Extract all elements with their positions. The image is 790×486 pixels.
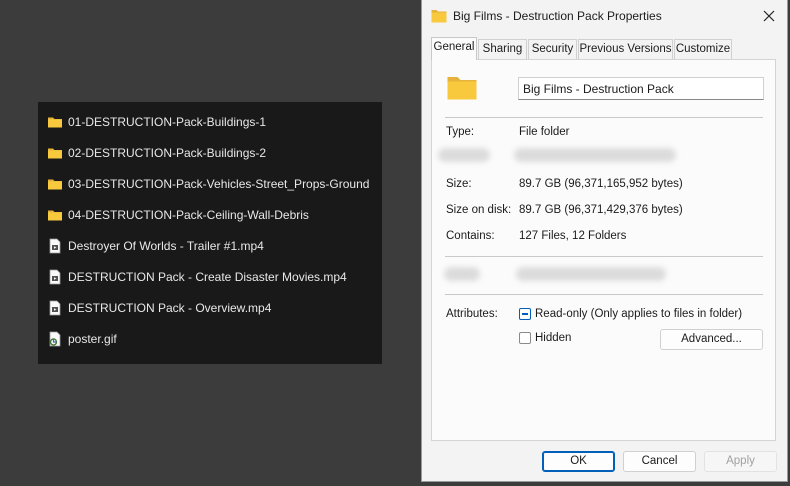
folder-icon [48, 117, 62, 128]
size-on-disk-value: 89.7 GB (96,371,429,376 bytes) [519, 204, 683, 216]
list-item-label: 01-DESTRUCTION-Pack-Buildings-1 [68, 115, 267, 129]
folder-icon [447, 77, 477, 100]
tab-sharing[interactable]: Sharing [478, 39, 527, 59]
list-item-label: 04-DESTRUCTION-Pack-Ceiling-Wall-Debris [68, 208, 309, 222]
size-label: Size: [446, 178, 472, 190]
list-item-label: DESTRUCTION Pack - Overview.mp4 [68, 301, 272, 315]
close-icon [763, 10, 775, 22]
apply-button[interactable]: Apply [704, 451, 777, 472]
list-item-label: 03-DESTRUCTION-Pack-Vehicles-Street_Prop… [68, 177, 370, 191]
title-bar[interactable]: Big Films - Destruction Pack Properties [422, 0, 787, 32]
list-item[interactable]: 04-DESTRUCTION-Pack-Ceiling-Wall-Debris [47, 204, 309, 226]
hidden-checkbox[interactable] [519, 332, 531, 344]
general-tab-panel: Type: File folder Size: 89.7 GB (96,371,… [431, 59, 776, 441]
dialog-title: Big Films - Destruction Pack Properties [453, 9, 662, 23]
list-item[interactable]: Destroyer Of Worlds - Trailer #1.mp4 [47, 235, 264, 257]
divider [445, 294, 763, 295]
divider [445, 256, 763, 257]
list-item-label: poster.gif [68, 332, 117, 346]
redacted-location-value [514, 148, 676, 162]
type-value: File folder [519, 126, 570, 138]
folder-icon [48, 210, 62, 221]
divider [445, 117, 763, 118]
video-file-icon [49, 238, 61, 254]
list-item[interactable]: 02-DESTRUCTION-Pack-Buildings-2 [47, 142, 266, 164]
readonly-checkbox[interactable] [519, 308, 531, 320]
list-item[interactable]: 01-DESTRUCTION-Pack-Buildings-1 [47, 111, 266, 133]
list-item[interactable]: DESTRUCTION Pack - Create Disaster Movie… [47, 266, 347, 288]
tab-security[interactable]: Security [528, 39, 577, 59]
redacted-location-label [438, 148, 490, 162]
close-button[interactable] [757, 4, 781, 28]
video-file-icon [49, 300, 61, 316]
image-file-icon [49, 331, 61, 347]
properties-dialog: Big Films - Destruction Pack Properties … [421, 0, 788, 482]
cancel-button[interactable]: Cancel [623, 451, 696, 472]
readonly-label: Read-only (Only applies to files in fold… [535, 308, 743, 320]
folder-icon [48, 179, 62, 190]
list-item-label: 02-DESTRUCTION-Pack-Buildings-2 [68, 146, 267, 160]
folder-icon [48, 148, 62, 159]
size-value: 89.7 GB (96,371,165,952 bytes) [519, 178, 683, 190]
contains-value: 127 Files, 12 Folders [519, 230, 627, 242]
redacted-created-value [516, 267, 666, 281]
tab-customize[interactable]: Customize [674, 39, 732, 59]
contains-label: Contains: [446, 230, 495, 242]
type-label: Type: [446, 126, 475, 138]
list-item[interactable]: poster.gif [47, 328, 117, 350]
folder-icon [431, 10, 447, 23]
video-file-icon [49, 269, 61, 285]
hidden-label: Hidden [535, 332, 572, 344]
size-on-disk-label: Size on disk: [446, 204, 512, 216]
list-item-label: Destroyer Of Worlds - Trailer #1.mp4 [68, 239, 264, 253]
ok-button[interactable]: OK [542, 451, 615, 472]
tab-general[interactable]: General [431, 37, 477, 60]
folder-name-input[interactable] [518, 77, 764, 100]
redacted-created-label [444, 267, 480, 281]
list-item-label: DESTRUCTION Pack - Create Disaster Movie… [68, 270, 347, 284]
list-item[interactable]: DESTRUCTION Pack - Overview.mp4 [47, 297, 271, 319]
file-list-panel: 01-DESTRUCTION-Pack-Buildings-1 02-DESTR… [38, 102, 382, 364]
attributes-label: Attributes: [446, 308, 498, 320]
tab-previous-versions[interactable]: Previous Versions [578, 39, 673, 59]
list-item[interactable]: 03-DESTRUCTION-Pack-Vehicles-Street_Prop… [47, 173, 369, 195]
advanced-button[interactable]: Advanced... [660, 329, 763, 350]
